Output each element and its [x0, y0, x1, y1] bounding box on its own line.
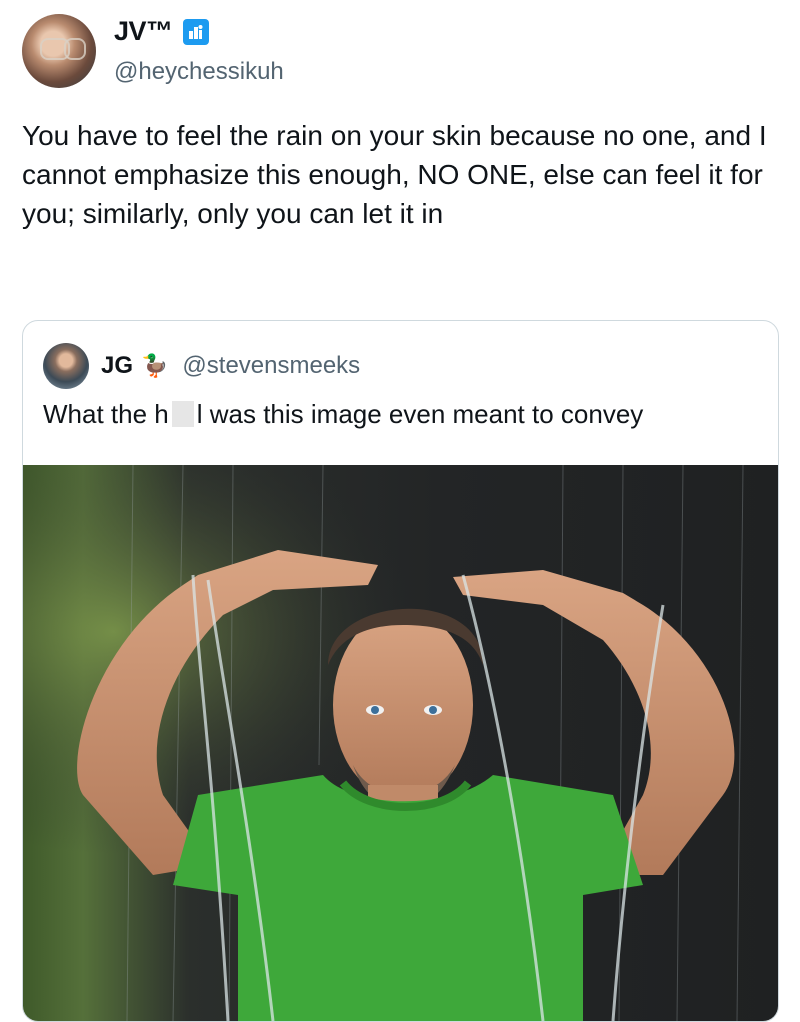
- rain-photo-illustration: [23, 465, 778, 1021]
- tweet-text: You have to feel the rain on your skin b…: [22, 120, 767, 229]
- quote-text-part1: What the h: [43, 399, 169, 429]
- author-avatar[interactable]: [22, 14, 96, 88]
- avatar-glasses-right: [64, 38, 86, 60]
- redaction-block: [171, 401, 194, 427]
- quote-text: What the h l was this image even meant to…: [43, 399, 643, 430]
- quote-author-display-name[interactable]: JG: [101, 352, 133, 380]
- quote-author-handle[interactable]: @stevensmeeks: [182, 352, 360, 380]
- author-display-name[interactable]: JV™: [114, 16, 173, 47]
- affiliate-badge-icon: [182, 18, 209, 45]
- quoted-photo[interactable]: [23, 465, 778, 1021]
- duck-emoji-icon: 🦆: [141, 353, 169, 378]
- quote-header: JG 🦆 @stevensmeeks: [43, 343, 360, 389]
- author-name-row: JV™: [114, 16, 209, 47]
- tweet-header: JV™ @heychessikuh: [22, 14, 782, 94]
- quote-author-avatar[interactable]: [43, 343, 89, 389]
- author-handle[interactable]: @heychessikuh: [114, 58, 284, 86]
- quote-tweet-card[interactable]: JG 🦆 @stevensmeeks What the h l was this …: [22, 320, 779, 1022]
- quote-text-part2: l was this image even meant to convey: [196, 399, 644, 429]
